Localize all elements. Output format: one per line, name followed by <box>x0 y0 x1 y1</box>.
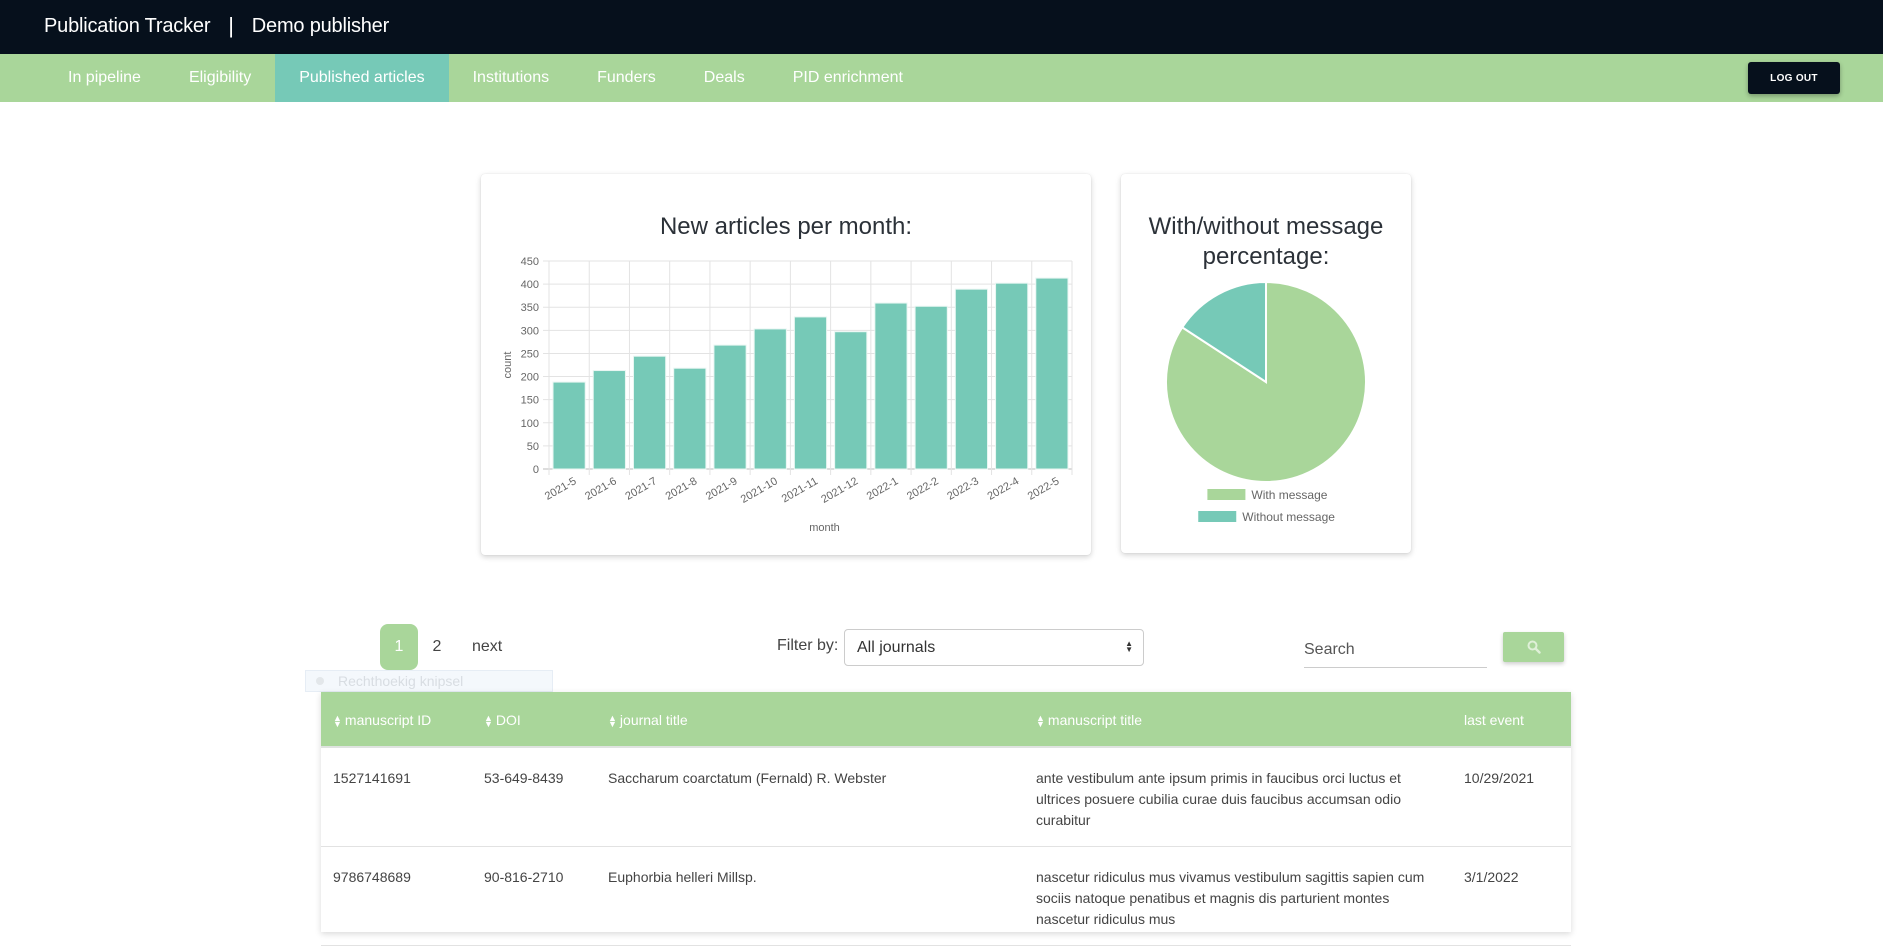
logout-button[interactable]: LOG OUT <box>1748 62 1840 94</box>
column-header-journal-title[interactable]: ▲ ▼ journal title <box>608 692 688 748</box>
bar-2021-6[interactable] <box>592 370 626 470</box>
y-tick-label: 0 <box>533 464 539 476</box>
legend-label[interactable]: Without message <box>1242 510 1335 524</box>
nav-tab-funders[interactable]: Funders <box>573 54 680 102</box>
bar-2022-3[interactable] <box>954 288 989 470</box>
top-bar: Publication Tracker | Demo publisher <box>0 0 1883 54</box>
search-icon <box>1527 640 1541 654</box>
snipping-overlay: Rechthoekig knipsel <box>305 670 553 692</box>
nav-tab-institutions[interactable]: Institutions <box>449 54 573 102</box>
articles-table: ▲ ▼ manuscript ID ▲ ▼ DOI ▲ ▼ journal title ▲ ▼… <box>321 692 1571 946</box>
search-button[interactable] <box>1503 632 1564 662</box>
y-axis-label: count <box>502 352 514 379</box>
cell-doi: 53-649-8439 <box>484 770 564 786</box>
table-header: ▲ ▼ manuscript ID ▲ ▼ DOI ▲ ▼ journal title ▲ ▼… <box>321 692 1571 748</box>
x-tick-label: 2022-3 <box>945 475 981 503</box>
brand-separator: | <box>228 13 234 38</box>
next-page-button[interactable]: next <box>464 624 510 670</box>
bar-2021-10[interactable] <box>753 328 787 470</box>
x-tick-label: 2021-12 <box>819 475 860 506</box>
bar-2022-5[interactable] <box>1035 277 1069 470</box>
filter-label: Filter by: <box>777 637 839 654</box>
legend-swatch <box>1207 489 1246 500</box>
bar-2022-2[interactable] <box>914 305 948 470</box>
filter-selected-value: All journals <box>857 639 936 656</box>
y-tick-label: 400 <box>521 279 539 291</box>
x-tick-label: 2022-4 <box>985 475 1021 503</box>
pie-chart: With message Without message <box>1165 280 1367 524</box>
overlay-dot-icon <box>316 677 324 685</box>
y-tick-label: 200 <box>521 372 539 384</box>
column-header-manuscript-id[interactable]: ▲ ▼ manuscript ID <box>333 692 431 748</box>
brand: Publication Tracker | Demo publisher <box>44 13 389 39</box>
page-1-button[interactable]: 1 <box>380 624 418 670</box>
x-tick-label: 2021-9 <box>704 475 740 503</box>
y-tick-label: 50 <box>527 441 539 453</box>
nav-tab-pid-enrichment[interactable]: PID enrichment <box>769 54 927 102</box>
nav-tab-published-articles[interactable]: Published articles <box>275 54 449 102</box>
cell-journal-title: Euphorbia helleri Millsp. <box>608 869 757 885</box>
overlay-label: Rechthoekig knipsel <box>338 673 464 689</box>
select-arrows-icon: ▲ ▼ <box>1125 639 1133 655</box>
cell-journal-title: Saccharum coarctatum (Fernald) R. Webste… <box>608 770 887 786</box>
y-tick-label: 100 <box>521 418 539 430</box>
nav-tab-eligibility[interactable]: Eligibility <box>165 54 275 102</box>
sort-icon: ▲ ▼ <box>608 713 617 730</box>
x-tick-label: 2021-6 <box>583 475 619 503</box>
bar-2021-5[interactable] <box>552 381 586 470</box>
nav-tab-deals[interactable]: Deals <box>680 54 769 102</box>
column-header-manuscript-title[interactable]: ▲ ▼ manuscript title <box>1036 692 1426 748</box>
y-tick-label: 250 <box>521 348 539 360</box>
cell-manuscript-id: 1527141691 <box>333 770 411 786</box>
bar-2021-12[interactable] <box>834 331 868 470</box>
bar-chart: 0501001502002503003504004502021-5 2021-6 2… <box>502 256 1073 534</box>
cell-last-event: 3/1/2022 <box>1464 869 1519 885</box>
y-tick-label: 450 <box>521 256 539 268</box>
x-tick-label: 2022-1 <box>865 475 901 503</box>
column-header-last-event: last event <box>1464 712 1524 728</box>
message-percentage-card: With/without message percentage: With me… <box>1121 174 1411 553</box>
y-tick-label: 350 <box>521 302 539 314</box>
x-tick-label: 2022-2 <box>905 475 941 503</box>
table-row[interactable]: 1527141691 53-649-8439 Saccharum coarcta… <box>321 748 1571 847</box>
nav-bar: In pipeline Eligibility Published articles… <box>0 54 1883 102</box>
x-tick-label: 2021-10 <box>739 475 780 506</box>
cell-manuscript-id: 9786748689 <box>333 869 411 885</box>
articles-per-month-card: New articles per month: 0 50 100 150 200 250 3… <box>481 174 1091 555</box>
bar-2021-7[interactable] <box>632 355 667 470</box>
journal-filter-select[interactable]: All journals ▲ ▼ <box>844 629 1144 666</box>
cell-last-event: 10/29/2021 <box>1464 770 1535 786</box>
legend-swatch <box>1198 511 1237 522</box>
bar-2021-11[interactable] <box>793 316 828 470</box>
x-tick-label: 2021-7 <box>623 475 659 503</box>
page-2-button[interactable]: 2 <box>418 624 456 670</box>
x-tick-label: 2021-5 <box>543 475 579 503</box>
nav-tab-in-pipeline[interactable]: In pipeline <box>44 54 165 102</box>
app-title: Publication Tracker <box>44 14 211 37</box>
publisher-name: Demo publisher <box>251 14 390 37</box>
pagination: 1 2 next <box>380 624 510 670</box>
sort-icon: ▲ ▼ <box>1036 713 1045 730</box>
x-tick-label: 2021-11 <box>780 475 820 505</box>
table-row[interactable]: 9786748689 90-816-2710 Euphorbia helleri… <box>321 847 1571 946</box>
nav-tabs: In pipeline Eligibility Published articles… <box>44 54 927 102</box>
bar-2021-8[interactable] <box>673 367 707 470</box>
cell-manuscript-title: nascetur ridiculus mus vivamus vestibulu… <box>1036 869 1425 927</box>
bar-2022-4[interactable] <box>995 282 1029 470</box>
sort-icon: ▲ ▼ <box>484 713 493 730</box>
y-tick-label: 300 <box>521 325 539 337</box>
x-tick-label: 2022-5 <box>1026 475 1062 503</box>
legend-label[interactable]: With message <box>1251 488 1327 502</box>
sort-icon: ▲ ▼ <box>333 713 342 730</box>
column-header-doi[interactable]: ▲ ▼ DOI <box>484 692 521 748</box>
y-tick-label: 150 <box>521 395 539 407</box>
bar-2021-9[interactable] <box>713 344 747 470</box>
x-tick-label: 2021-8 <box>664 475 700 503</box>
bar-2022-1[interactable] <box>874 302 908 470</box>
x-axis-label: month <box>809 522 840 534</box>
cell-manuscript-title: ante vestibulum ante ipsum primis in fau… <box>1036 770 1401 828</box>
cell-doi: 90-816-2710 <box>484 869 564 885</box>
search-input[interactable] <box>1304 632 1487 668</box>
